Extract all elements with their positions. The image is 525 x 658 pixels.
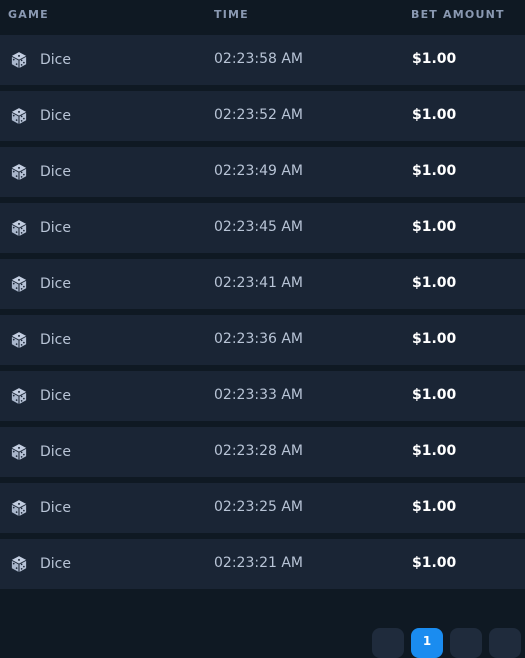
page-button[interactable] (489, 628, 521, 658)
game-name: Dice (40, 444, 71, 460)
bet-amount: $1.00 (412, 275, 457, 291)
game-name: Dice (40, 388, 71, 404)
bet-amount: $1.00 (412, 555, 457, 571)
dice-icon (10, 107, 28, 125)
bet-amount: $1.00 (412, 163, 457, 179)
column-header-bet-amount: BET AMOUNT (411, 8, 505, 21)
dice-icon (10, 163, 28, 181)
table-row[interactable]: Dice 02:23:52 AM $1.00 (0, 91, 525, 141)
game-name: Dice (40, 108, 71, 124)
table-row[interactable]: Dice 02:23:45 AM $1.00 (0, 203, 525, 253)
bet-time: 02:23:41 AM (214, 275, 303, 291)
dice-icon (10, 499, 28, 517)
bet-time: 02:23:21 AM (214, 555, 303, 571)
column-header-game: GAME (8, 8, 49, 21)
bet-time: 02:23:52 AM (214, 107, 303, 123)
bet-amount: $1.00 (412, 443, 457, 459)
table-row[interactable]: Dice 02:23:33 AM $1.00 (0, 371, 525, 421)
table-row[interactable]: Dice 02:23:49 AM $1.00 (0, 147, 525, 197)
game-name: Dice (40, 276, 71, 292)
bet-amount: $1.00 (412, 499, 457, 515)
bets-table-body: Dice 02:23:58 AM $1.00 Dice 02:23:52 AM $1.00… (0, 35, 525, 595)
game-name: Dice (40, 164, 71, 180)
game-name: Dice (40, 220, 71, 236)
dice-icon (10, 219, 28, 237)
bet-time: 02:23:58 AM (214, 51, 303, 67)
dice-icon (10, 555, 28, 573)
table-row[interactable]: Dice 02:23:25 AM $1.00 (0, 483, 525, 533)
bet-amount: $1.00 (412, 331, 457, 347)
table-row[interactable]: Dice 02:23:28 AM $1.00 (0, 427, 525, 477)
table-row[interactable]: Dice 02:23:36 AM $1.00 (0, 315, 525, 365)
dice-icon (10, 275, 28, 293)
column-header-time: TIME (214, 8, 249, 21)
page-button[interactable] (450, 628, 482, 658)
game-name: Dice (40, 332, 71, 348)
bet-amount: $1.00 (412, 51, 457, 67)
bet-amount: $1.00 (412, 387, 457, 403)
table-row[interactable]: Dice 02:23:41 AM $1.00 (0, 259, 525, 309)
table-row[interactable]: Dice 02:23:58 AM $1.00 (0, 35, 525, 85)
bet-time: 02:23:36 AM (214, 331, 303, 347)
bet-amount: $1.00 (412, 107, 457, 123)
game-name: Dice (40, 556, 71, 572)
game-name: Dice (40, 500, 71, 516)
page-button-active[interactable]: 1 (411, 628, 443, 658)
bet-time: 02:23:25 AM (214, 499, 303, 515)
table-row[interactable]: Dice 02:23:21 AM $1.00 (0, 539, 525, 589)
bet-time: 02:23:33 AM (214, 387, 303, 403)
bet-time: 02:23:45 AM (214, 219, 303, 235)
table-header: GAME TIME BET AMOUNT (0, 0, 525, 30)
bet-amount: $1.00 (412, 219, 457, 235)
page-button[interactable] (372, 628, 404, 658)
dice-icon (10, 387, 28, 405)
dice-icon (10, 51, 28, 69)
dice-icon (10, 443, 28, 461)
dice-icon (10, 331, 28, 349)
bet-time: 02:23:28 AM (214, 443, 303, 459)
bet-time: 02:23:49 AM (214, 163, 303, 179)
game-name: Dice (40, 52, 71, 68)
